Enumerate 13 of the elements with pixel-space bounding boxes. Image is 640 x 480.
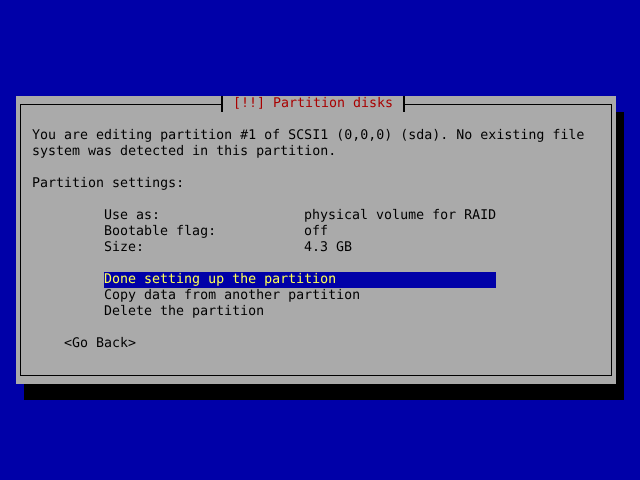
setting-value: physical volume for RAID xyxy=(304,208,498,224)
go-back-button[interactable]: <Go Back> xyxy=(64,336,136,352)
menu-item[interactable]: Copy data from another partition xyxy=(104,288,496,304)
setting-label: Use as: xyxy=(104,208,162,224)
menu-item[interactable]: Done setting up the partition xyxy=(104,272,496,288)
section-label: Partition settings: xyxy=(32,176,186,192)
setting-label: Bootable flag: xyxy=(104,224,218,240)
setting-value: off xyxy=(304,224,330,240)
menu-item[interactable]: Delete the partition xyxy=(104,304,496,320)
setting-label: Size: xyxy=(104,240,146,256)
setting-value: 4.3 GB xyxy=(304,240,354,256)
dialog-message: You are editing partition #1 of SCSI1 (0,0,0) (sda). No existing file system was detected in this partition. xyxy=(32,128,586,160)
dialog-title: [!!] Partition disks xyxy=(221,96,405,112)
